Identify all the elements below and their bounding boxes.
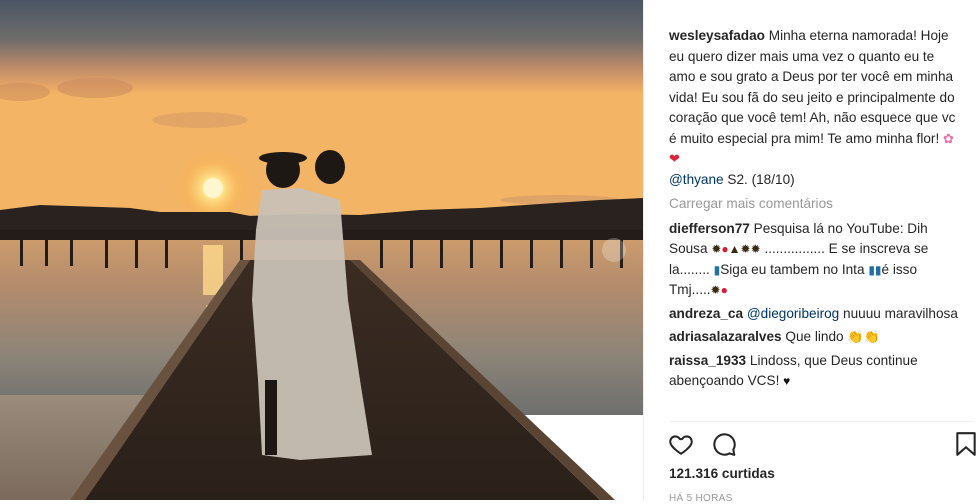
- comment-author-link[interactable]: adriasalazaralves: [669, 329, 782, 344]
- clapping-hands-icon: 👏👏: [847, 329, 880, 344]
- caption-mention-link[interactable]: @thyane: [669, 172, 724, 187]
- phone-icon: ▮▮: [868, 262, 882, 277]
- comment-item: raissa_1933 Lindoss, que Deus continue a…: [669, 351, 959, 392]
- load-more-comments-button[interactable]: Carregar mais comentários: [669, 194, 959, 215]
- comment-mention-link[interactable]: @diegoribeirog: [747, 306, 839, 321]
- pink-flower-icon: ✿: [943, 130, 954, 146]
- bookmark-icon: [956, 432, 976, 456]
- comment-author-link[interactable]: andreza_ca: [669, 306, 743, 321]
- emoji-icon: ✹: [711, 242, 722, 256]
- comment-text: Siga eu tambem no Inta: [720, 261, 865, 277]
- post-timestamp: HÁ 5 HORAS: [669, 493, 733, 504]
- comment-text: Que lindo: [785, 329, 844, 344]
- post-actions-bar: [668, 431, 976, 459]
- emoji-icon: ✹: [710, 283, 721, 297]
- post-side-panel: wesleysafadao Minha eterna namorada! Hoj…: [644, 0, 980, 504]
- comment-item: diefferson77 Pesquisa lá no YouTube: Dih…: [669, 219, 959, 301]
- emoji-icon: ✹: [740, 242, 751, 256]
- sunset-pier-image: [0, 0, 643, 500]
- comment-button[interactable]: [711, 431, 739, 459]
- post-caption: wesleysafadao Minha eterna namorada! Hoj…: [669, 26, 959, 190]
- actions-separator: [669, 421, 974, 422]
- heart-outline-icon: [669, 435, 693, 455]
- speech-bubble-icon: [713, 433, 736, 456]
- likes-count[interactable]: 121.316 curtidas: [669, 466, 775, 481]
- caption-text: Minha eterna namorada! Hoje eu quero diz…: [669, 28, 956, 146]
- comment-item: andreza_ca @diegoribeirog nuuuu maravilh…: [669, 304, 959, 325]
- black-heart-icon: ♥: [783, 374, 791, 388]
- comments-list: wesleysafadao Minha eterna namorada! Hoj…: [669, 26, 959, 421]
- like-button[interactable]: [668, 431, 696, 459]
- balloon-icon: ●: [721, 242, 729, 256]
- red-heart-icon: ❤: [669, 151, 680, 166]
- post-photo[interactable]: [0, 0, 643, 500]
- comment-author-link[interactable]: diefferson77: [669, 221, 750, 236]
- emoji-icon: ✹: [750, 242, 761, 256]
- caption-author-link[interactable]: wesleysafadao: [669, 28, 765, 43]
- emoji-icon: ▲: [728, 242, 741, 256]
- balloon-icon: ●: [720, 283, 728, 297]
- comment-author-link[interactable]: raissa_1933: [669, 353, 746, 368]
- comment-text: nuuuu maravilhosa: [843, 305, 958, 321]
- caption-suffix: S2. (18/10): [723, 171, 795, 187]
- comment-item: adriasalazaralves Que lindo 👏👏: [669, 327, 959, 348]
- save-button[interactable]: [954, 431, 980, 459]
